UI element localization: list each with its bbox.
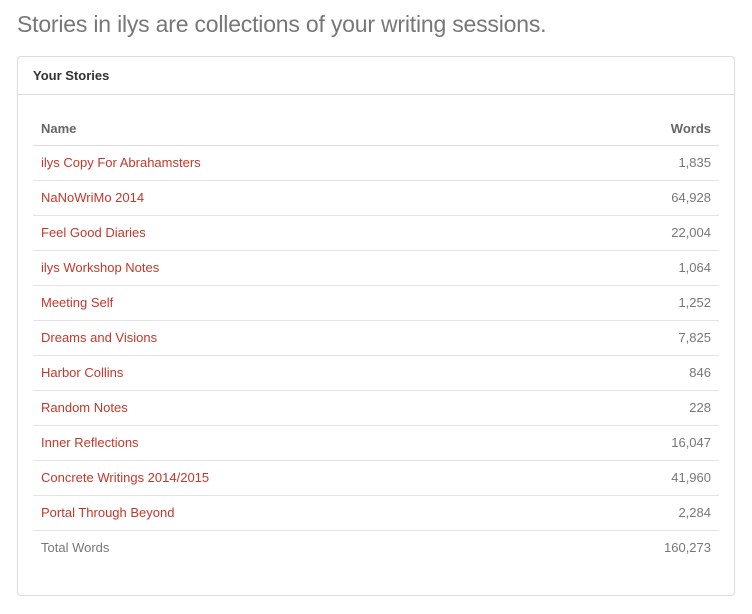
story-name-cell: ilys Workshop Notes xyxy=(33,249,545,285)
story-name-cell: Dreams and Visions xyxy=(33,319,545,355)
story-link[interactable]: Harbor Collins xyxy=(41,365,123,380)
story-word-count: 846 xyxy=(544,354,719,390)
table-row: ilys Workshop Notes 1,064 xyxy=(33,249,719,285)
column-header-words: Words xyxy=(544,112,719,146)
story-name-cell: Feel Good Diaries xyxy=(33,214,545,250)
table-header-row: Name Words xyxy=(33,112,719,146)
table-row: Meeting Self 1,252 xyxy=(33,284,719,320)
story-word-count: 7,825 xyxy=(544,319,719,355)
story-word-count: 16,047 xyxy=(544,424,719,460)
story-link[interactable]: Portal Through Beyond xyxy=(41,505,174,520)
table-row: Concrete Writings 2014/2015 41,960 xyxy=(33,459,719,495)
story-name-cell: Random Notes xyxy=(33,389,545,425)
story-word-count: 2,284 xyxy=(544,494,719,530)
story-word-count: 64,928 xyxy=(544,179,719,215)
page-headline: Stories in ilys are collections of your … xyxy=(17,11,547,37)
story-name-cell: ilys Copy For Abrahamsters xyxy=(33,145,544,180)
story-word-count: 1,252 xyxy=(544,284,719,320)
story-word-count: 41,960 xyxy=(544,459,719,495)
story-link[interactable]: ilys Copy For Abrahamsters xyxy=(41,155,201,170)
story-name-cell: Meeting Self xyxy=(33,284,545,320)
table-row: ilys Copy For Abrahamsters 1,835 xyxy=(33,145,719,180)
panel-title: Your Stories xyxy=(18,57,734,95)
story-word-count: 22,004 xyxy=(544,214,719,250)
story-link[interactable]: Random Notes xyxy=(41,400,128,415)
story-name-cell: Harbor Collins xyxy=(33,354,545,390)
table-row: Harbor Collins 846 xyxy=(33,354,719,390)
story-link[interactable]: NaNoWriMo 2014 xyxy=(41,190,144,205)
story-link[interactable]: Concrete Writings 2014/2015 xyxy=(41,470,209,485)
column-header-name: Name xyxy=(33,112,545,146)
story-link[interactable]: ilys Workshop Notes xyxy=(41,260,159,275)
table-row: NaNoWriMo 2014 64,928 xyxy=(33,179,719,215)
total-label: Total Words xyxy=(33,529,545,565)
story-name-cell: Portal Through Beyond xyxy=(33,494,545,530)
table-row: Portal Through Beyond 2,284 xyxy=(33,494,719,530)
story-word-count: 228 xyxy=(544,389,719,425)
story-name-cell: Concrete Writings 2014/2015 xyxy=(33,459,545,495)
total-row: Total Words 160,273 xyxy=(33,529,719,565)
stories-table: Name Words ilys Copy For Abrahamsters 1,… xyxy=(33,112,719,565)
total-word-count: 160,273 xyxy=(544,529,719,565)
table-row: Random Notes 228 xyxy=(33,389,719,425)
stories-panel: Your Stories Name Words ilys Copy For Ab… xyxy=(17,56,735,596)
story-link[interactable]: Dreams and Visions xyxy=(41,330,157,345)
story-link[interactable]: Meeting Self xyxy=(41,295,113,310)
story-link[interactable]: Inner Reflections xyxy=(41,435,139,450)
table-row: Inner Reflections 16,047 xyxy=(33,424,719,460)
table-row: Dreams and Visions 7,825 xyxy=(33,319,719,355)
story-word-count: 1,835 xyxy=(678,155,711,170)
table-row: Feel Good Diaries 22,004 xyxy=(33,214,719,250)
story-word-count: 1,064 xyxy=(544,249,719,285)
story-name-cell: NaNoWriMo 2014 xyxy=(33,179,545,215)
story-name-cell: Inner Reflections xyxy=(33,424,545,460)
story-link[interactable]: Feel Good Diaries xyxy=(41,225,146,240)
